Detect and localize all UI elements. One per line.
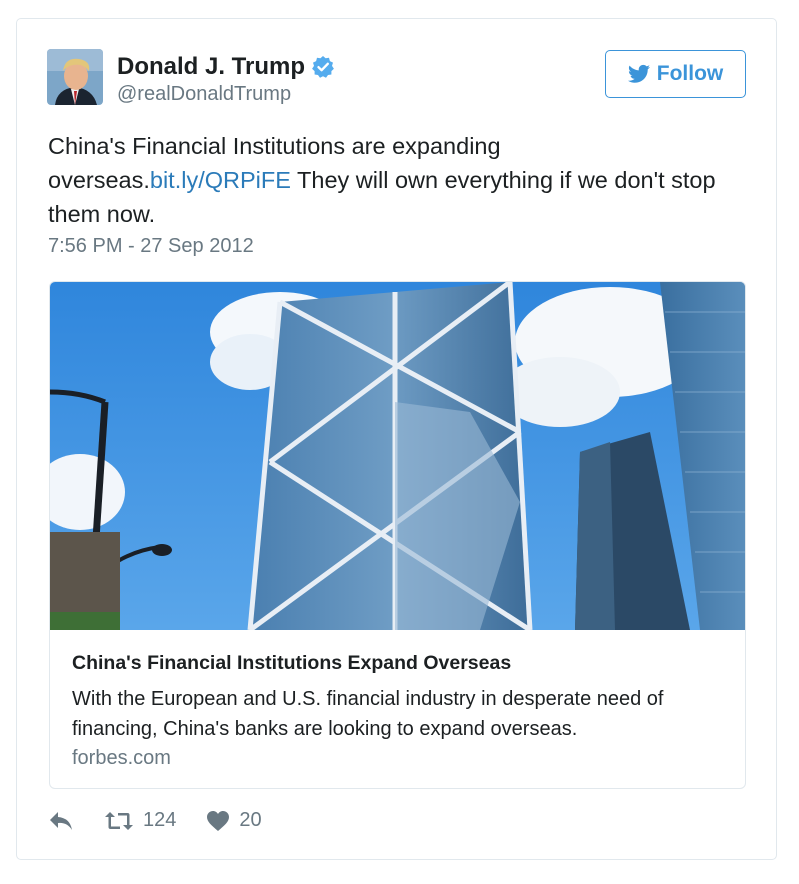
follow-button-label: Follow: [656, 62, 724, 85]
tweet-actions: 124 20: [48, 809, 262, 832]
card-description: With the European and U.S. financial ind…: [72, 688, 664, 740]
handle[interactable]: @realDonaldTrump: [117, 83, 335, 106]
tweet-text: China's Financial Institutions are expan…: [48, 129, 748, 231]
like-count: 20: [239, 809, 262, 831]
avatar[interactable]: [47, 49, 103, 105]
twitter-bird-icon: [627, 64, 650, 83]
display-name[interactable]: Donald J. Trump: [117, 53, 305, 81]
follow-button[interactable]: Follow: [605, 50, 746, 98]
link-card[interactable]: China's Financial Institutions Expand Ov…: [49, 281, 746, 789]
card-domain: forbes.com: [72, 747, 171, 769]
retweet-icon: [105, 811, 133, 830]
tweet-card: Donald J. Trump @realDonaldTrump Follow …: [16, 18, 777, 860]
card-image[interactable]: [50, 282, 746, 630]
reply-button[interactable]: [48, 810, 74, 832]
retweet-button[interactable]: 124: [104, 809, 176, 832]
card-title[interactable]: China's Financial Institutions Expand Ov…: [72, 652, 511, 675]
verified-badge-icon: [311, 55, 335, 79]
reply-icon: [50, 811, 72, 830]
retweet-count: 124: [143, 809, 177, 831]
tweet-link[interactable]: bit.ly/QRPiFE: [150, 167, 291, 193]
like-button[interactable]: 20: [206, 809, 262, 832]
heart-icon: [207, 810, 230, 831]
author-block[interactable]: Donald J. Trump @realDonaldTrump: [117, 53, 335, 106]
tweet-timestamp[interactable]: 7:56 PM - 27 Sep 2012: [48, 235, 254, 258]
